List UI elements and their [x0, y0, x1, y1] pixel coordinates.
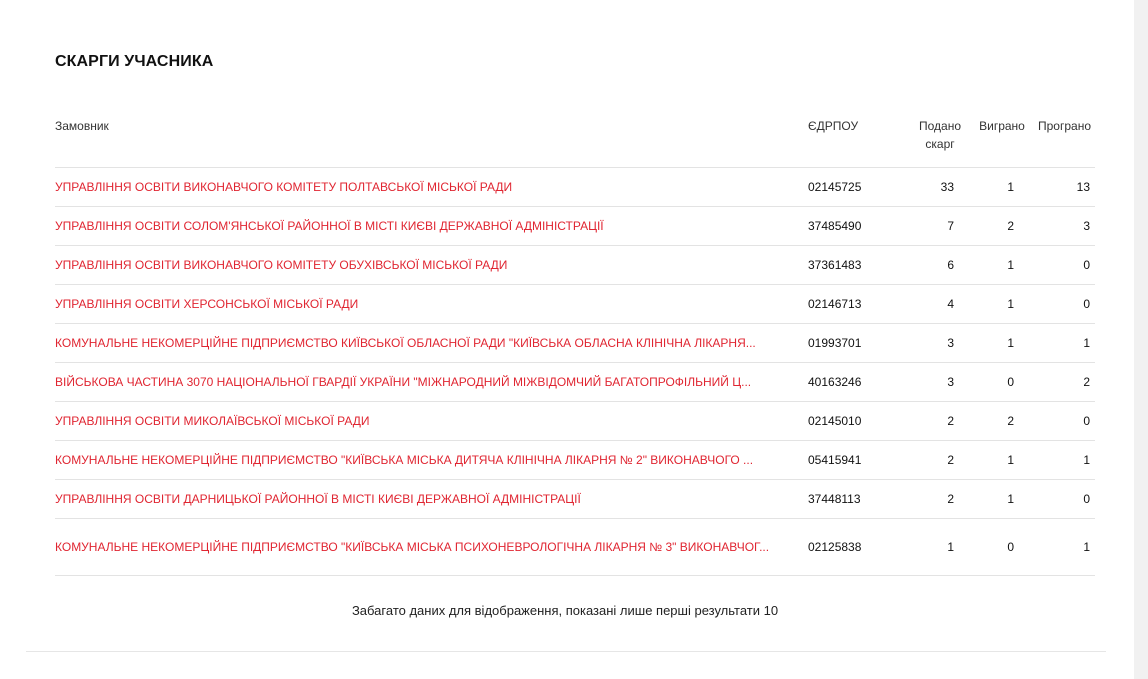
won-count: 1 — [974, 167, 1030, 207]
customer-link[interactable]: УПРАВЛІННЯ ОСВІТИ ДАРНИЦЬКОЇ РАЙОННОЇ В … — [55, 491, 804, 508]
lost-count: 0 — [1030, 245, 1095, 285]
customer-link[interactable]: УПРАВЛІННЯ ОСВІТИ ВИКОНАВЧОГО КОМІТЕТУ П… — [55, 179, 804, 196]
filed-count: 1 — [894, 518, 974, 576]
won-count: 2 — [974, 401, 1030, 441]
table-row: УПРАВЛІННЯ ОСВІТИ ВИКОНАВЧОГО КОМІТЕТУ О… — [55, 245, 1095, 285]
filed-count: 2 — [894, 479, 974, 519]
section-divider — [26, 651, 1106, 652]
filed-count: 3 — [894, 323, 974, 363]
header-lost[interactable]: Програно — [1030, 109, 1095, 168]
won-count: 1 — [974, 440, 1030, 480]
table-row: КОМУНАЛЬНЕ НЕКОМЕРЦІЙНЕ ПІДПРИЄМСТВО КИЇ… — [55, 323, 1095, 363]
table-row: УПРАВЛІННЯ ОСВІТИ СОЛОМ'ЯНСЬКОЇ РАЙОННОЇ… — [55, 206, 1095, 246]
customer-code: 37485490 — [804, 206, 894, 246]
table-row: УПРАВЛІННЯ ОСВІТИ ВИКОНАВЧОГО КОМІТЕТУ П… — [55, 167, 1095, 207]
table-row: УПРАВЛІННЯ ОСВІТИ ДАРНИЦЬКОЇ РАЙОННОЇ В … — [55, 479, 1095, 519]
customer-link[interactable]: КОМУНАЛЬНЕ НЕКОМЕРЦІЙНЕ ПІДПРИЄМСТВО "КИ… — [55, 452, 804, 469]
lost-count: 1 — [1030, 440, 1095, 480]
table-header-row: Замовник ЄДРПОУ Подано скарг Виграно Про… — [55, 109, 1095, 168]
customer-link[interactable]: КОМУНАЛЬНЕ НЕКОМЕРЦІЙНЕ ПІДПРИЄМСТВО КИЇ… — [55, 335, 804, 352]
header-customer[interactable]: Замовник — [55, 109, 804, 168]
customer-link[interactable]: УПРАВЛІННЯ ОСВІТИ ВИКОНАВЧОГО КОМІТЕТУ О… — [55, 257, 804, 274]
lost-count: 3 — [1030, 206, 1095, 246]
lost-count: 0 — [1030, 479, 1095, 519]
table-row: КОМУНАЛЬНЕ НЕКОМЕРЦІЙНЕ ПІДПРИЄМСТВО "КИ… — [55, 518, 1095, 576]
customer-code: 37448113 — [804, 479, 894, 519]
customer-code: 02146713 — [804, 284, 894, 324]
customer-code: 02145725 — [804, 167, 894, 207]
won-count: 1 — [974, 245, 1030, 285]
lost-count: 1 — [1030, 518, 1095, 576]
won-count: 1 — [974, 284, 1030, 324]
won-count: 2 — [974, 206, 1030, 246]
table-row: УПРАВЛІННЯ ОСВІТИ МИКОЛАЇВСЬКОЇ МІСЬКОЇ … — [55, 401, 1095, 441]
customer-link[interactable]: КОМУНАЛЬНЕ НЕКОМЕРЦІЙНЕ ПІДПРИЄМСТВО "КИ… — [55, 539, 804, 556]
truncation-notice: Забагато даних для відображення, показан… — [351, 603, 779, 618]
complaints-panel: СКАРГИ УЧАСНИКА Замовник ЄДРПОУ Подано с… — [0, 0, 1134, 679]
table-row: ВІЙСЬКОВА ЧАСТИНА 3070 НАЦІОНАЛЬНОЇ ГВАР… — [55, 362, 1095, 402]
filed-count: 7 — [894, 206, 974, 246]
table-row: КОМУНАЛЬНЕ НЕКОМЕРЦІЙНЕ ПІДПРИЄМСТВО "КИ… — [55, 440, 1095, 480]
won-count: 0 — [974, 362, 1030, 402]
table-row: УПРАВЛІННЯ ОСВІТИ ХЕРСОНСЬКОЇ МІСЬКОЇ РА… — [55, 284, 1095, 324]
header-won[interactable]: Виграно — [974, 109, 1030, 168]
customer-code: 40163246 — [804, 362, 894, 402]
won-count: 1 — [974, 323, 1030, 363]
header-filed[interactable]: Подано скарг — [894, 109, 974, 168]
lost-count: 0 — [1030, 401, 1095, 441]
header-code[interactable]: ЄДРПОУ — [804, 109, 894, 168]
filed-count: 4 — [894, 284, 974, 324]
page-scrollbar[interactable] — [1134, 0, 1148, 679]
won-count: 1 — [974, 479, 1030, 519]
lost-count: 0 — [1030, 284, 1095, 324]
complaints-table: Замовник ЄДРПОУ Подано скарг Виграно Про… — [55, 109, 1095, 576]
customer-code: 05415941 — [804, 440, 894, 480]
filed-count: 6 — [894, 245, 974, 285]
customer-link[interactable]: ВІЙСЬКОВА ЧАСТИНА 3070 НАЦІОНАЛЬНОЇ ГВАР… — [55, 374, 804, 391]
customer-code: 01993701 — [804, 323, 894, 363]
customer-link[interactable]: УПРАВЛІННЯ ОСВІТИ МИКОЛАЇВСЬКОЇ МІСЬКОЇ … — [55, 413, 804, 430]
customer-code: 02145010 — [804, 401, 894, 441]
filed-count: 2 — [894, 401, 974, 441]
filed-count: 3 — [894, 362, 974, 402]
lost-count: 2 — [1030, 362, 1095, 402]
filed-count: 2 — [894, 440, 974, 480]
customer-code: 02125838 — [804, 518, 894, 576]
customer-link[interactable]: УПРАВЛІННЯ ОСВІТИ ХЕРСОНСЬКОЇ МІСЬКОЇ РА… — [55, 296, 804, 313]
section-title: СКАРГИ УЧАСНИКА — [55, 53, 214, 70]
lost-count: 13 — [1030, 167, 1095, 207]
filed-count: 33 — [894, 167, 974, 207]
won-count: 0 — [974, 518, 1030, 576]
lost-count: 1 — [1030, 323, 1095, 363]
customer-link[interactable]: УПРАВЛІННЯ ОСВІТИ СОЛОМ'ЯНСЬКОЇ РАЙОННОЇ… — [55, 218, 804, 235]
customer-code: 37361483 — [804, 245, 894, 285]
